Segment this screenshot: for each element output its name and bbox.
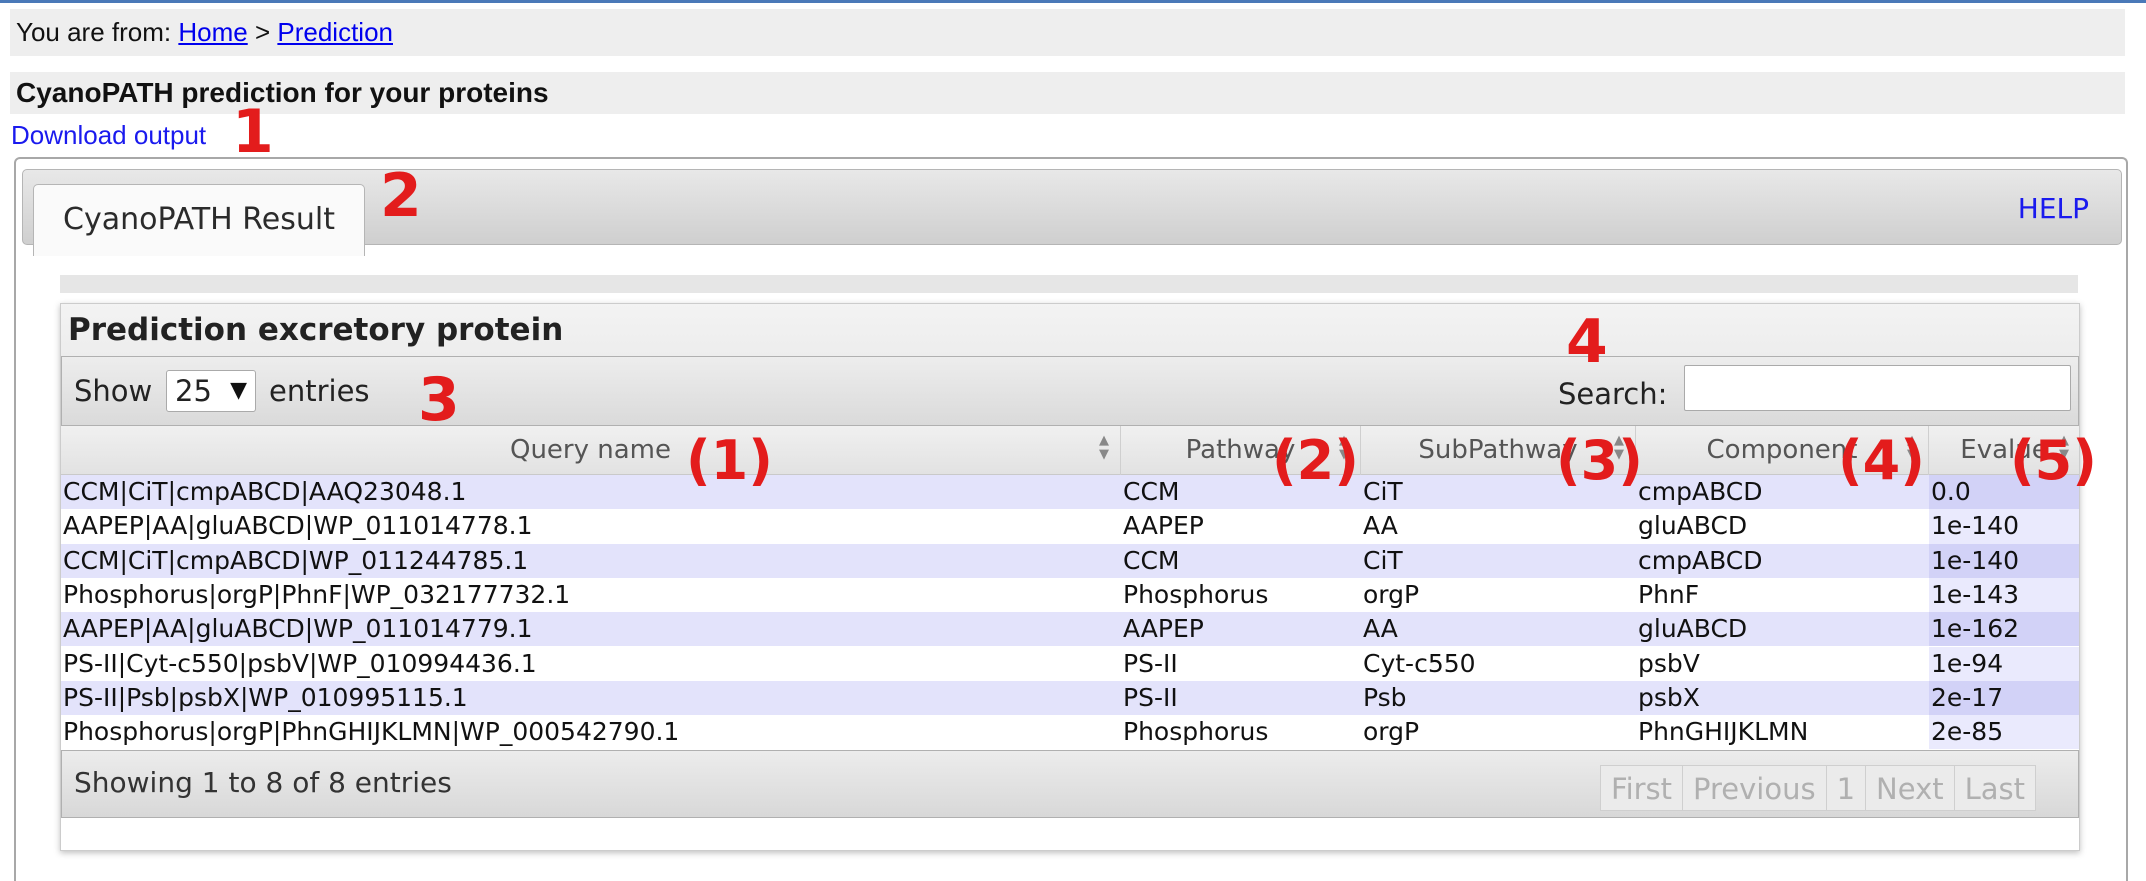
cell-query-name: CCM|CiT|cmpABCD|WP_011244785.1 (63, 545, 529, 575)
cell-evalue: 1e-140 (1929, 509, 2079, 544)
cell-component: gluABCD (1638, 511, 1748, 541)
table-row: PS-II|Psb|psbX|WP_010995115.1 PS-II Psb psb… (61, 680, 2079, 716)
show-label: Show (74, 374, 153, 408)
annotation-marker-2: 2 (380, 161, 422, 231)
breadcrumb-home-link[interactable]: Home (178, 17, 247, 47)
breadcrumb-separator: > (254, 17, 271, 47)
panel-title: Prediction excretory protein (61, 304, 2079, 356)
tab-cyanopath-result[interactable]: CyanoPATH Result (33, 184, 365, 256)
annotation-marker-col-4: (4) (1838, 429, 1925, 492)
column-header-label: Query name (509, 435, 671, 465)
download-output-link[interactable]: Download output (11, 119, 206, 151)
cell-subpathway: AA (1363, 511, 1398, 541)
cell-component: cmpABCD (1638, 545, 1763, 575)
cell-subpathway: Cyt-c550 (1363, 648, 1476, 678)
cell-pathway: Phosphorus (1123, 717, 1269, 747)
cell-pathway: AAPEP (1123, 614, 1204, 644)
tab-strip: CyanoPATH Result HELP (22, 169, 2122, 256)
entries-select-value: 25 (175, 374, 212, 408)
table-row: Phosphorus|orgP|PhnGHIJKLMN|WP_000542790… (61, 715, 2079, 750)
table-footer: Showing 1 to 8 of 8 entries First Previo… (61, 750, 2079, 818)
cell-pathway: AAPEP (1123, 511, 1204, 541)
annotation-marker-1: 1 (232, 97, 274, 167)
table-row: CCM|CiT|cmpABCD|AAQ23048.1 CCM CiT cmpABCD 0… (61, 475, 2079, 510)
column-header-label: SubPathway (1418, 435, 1578, 465)
column-header-query-name[interactable]: Query name ▲ ▼ (61, 426, 1121, 475)
cell-query-name: CCM|CiT|cmpABCD|AAQ23048.1 (63, 477, 467, 506)
search-input[interactable] (1684, 365, 2071, 411)
pagination: First Previous 1 Next Last (1600, 765, 2037, 811)
divider-strip (60, 275, 2078, 293)
cell-query-name: Phosphorus|orgP|PhnGHIJKLMN|WP_000542790… (63, 717, 680, 747)
entries-per-page-select[interactable]: 25 ▼ (166, 370, 256, 412)
table-row: PS-II|Cyt-c550|psbV|WP_010994436.1 PS-II C… (61, 646, 2079, 681)
search-label: Search: (1558, 377, 1668, 411)
cell-evalue: 2e-85 (1929, 715, 2079, 750)
cell-pathway: PS-II (1123, 682, 1178, 712)
table-header: Query name ▲ ▼ Pathway ▲ ▼ SubPathway ▲ ▼ C… (61, 426, 2079, 475)
cell-evalue: 1e-140 (1929, 543, 2079, 578)
cell-pathway: Phosphorus (1123, 579, 1269, 609)
table-row: AAPEP|AA|gluABCD|WP_011014779.1 AAPEP AA gl… (61, 612, 2079, 647)
help-link[interactable]: HELP (2018, 192, 2089, 225)
breadcrumb-prediction-link[interactable]: Prediction (277, 17, 393, 47)
results-panel: Prediction excretory protein Show 25 ▼ e… (60, 303, 2080, 851)
cell-evalue: 2e-17 (1929, 680, 2079, 716)
breadcrumb: You are from: Home > Prediction (10, 9, 2125, 56)
cell-subpathway: Psb (1363, 682, 1407, 712)
column-header-label: Component (1706, 435, 1858, 465)
top-border-line (0, 0, 2146, 3)
cell-query-name: AAPEP|AA|gluABCD|WP_011014779.1 (63, 614, 533, 644)
entries-label: entries (269, 374, 370, 408)
cell-component: PhnF (1638, 579, 1700, 609)
cell-query-name: Phosphorus|orgP|PhnF|WP_032177732.1 (63, 579, 571, 609)
cell-component: psbX (1638, 682, 1700, 712)
cell-subpathway: CiT (1363, 545, 1403, 575)
annotation-marker-col-1: (1) (686, 429, 773, 492)
table-row: CCM|CiT|cmpABCD|WP_011244785.1 CCM CiT cmpA… (61, 543, 2079, 578)
page-last-button[interactable]: Last (1953, 765, 2037, 811)
page-number-button[interactable]: 1 (1825, 765, 1867, 811)
page-next-button[interactable]: Next (1865, 765, 1955, 811)
table-info: Showing 1 to 8 of 8 entries (74, 766, 452, 799)
dropdown-triangle-icon: ▼ (230, 378, 247, 403)
cell-component: psbV (1638, 648, 1700, 678)
breadcrumb-prefix: You are from: (16, 17, 172, 47)
table-row: Phosphorus|orgP|PhnF|WP_032177732.1 Phosp… (61, 577, 2079, 613)
cell-component: PhnGHIJKLMN (1638, 717, 1809, 747)
annotation-marker-4: 4 (1566, 307, 1608, 377)
cell-subpathway: orgP (1363, 717, 1420, 747)
page-title: CyanoPATH prediction for your proteins (10, 72, 2125, 114)
cell-query-name: PS-II|Psb|psbX|WP_010995115.1 (63, 682, 468, 712)
cell-subpathway: AA (1363, 614, 1398, 644)
cell-query-name: AAPEP|AA|gluABCD|WP_011014778.1 (63, 511, 533, 541)
page-previous-button[interactable]: Previous (1682, 765, 1827, 811)
cell-evalue: 1e-143 (1929, 577, 2079, 613)
page-first-button[interactable]: First (1600, 765, 1684, 811)
table-toolbar: Show 25 ▼ entries Search: (61, 356, 2079, 426)
annotation-marker-col-5: (5) (2010, 429, 2097, 492)
table-row: AAPEP|AA|gluABCD|WP_011014778.1 AAPEP AA gl… (61, 509, 2079, 544)
annotation-marker-3: 3 (418, 365, 460, 435)
tabs-container: CyanoPATH Result HELP Prediction excreto… (14, 157, 2128, 881)
cell-pathway: CCM (1123, 545, 1180, 575)
cell-evalue: 1e-162 (1929, 612, 2079, 647)
annotation-marker-col-3: (3) (1556, 429, 1643, 492)
cell-query-name: PS-II|Cyt-c550|psbV|WP_010994436.1 (63, 648, 537, 678)
cell-subpathway: orgP (1363, 579, 1420, 609)
annotation-marker-col-2: (2) (1272, 429, 1359, 492)
cell-component: gluABCD (1638, 614, 1748, 644)
cell-evalue: 1e-94 (1929, 646, 2079, 681)
sort-both-icon: ▲ ▼ (1099, 433, 1109, 462)
cell-pathway: PS-II (1123, 648, 1178, 678)
